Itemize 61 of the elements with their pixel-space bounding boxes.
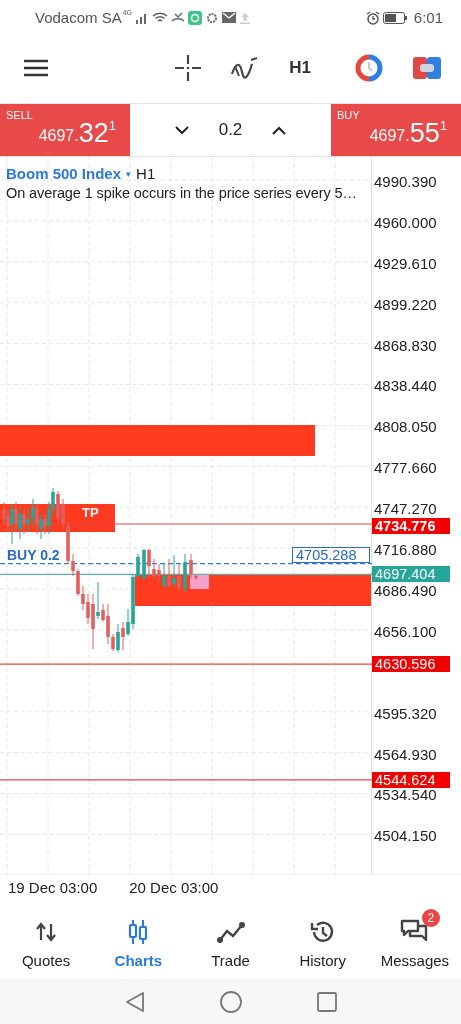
battery-icon	[382, 11, 407, 24]
price-tick: 4534.540	[374, 786, 437, 805]
price-tick: 4716.880	[374, 541, 437, 560]
chevron-up-icon[interactable]	[272, 125, 287, 135]
take-profit-label: TP	[80, 506, 101, 520]
price-tick: 4960.000	[374, 213, 437, 232]
nav-tab[interactable]: Charts	[92, 905, 185, 973]
nav-tab[interactable]: Quotes	[0, 905, 93, 973]
volume-value[interactable]: 0.2	[218, 120, 243, 140]
line-chart-icon	[216, 920, 245, 943]
price-tick: 4777.660	[374, 459, 437, 478]
nav-tab[interactable]: History	[276, 905, 369, 973]
price-tick: 4929.610	[374, 254, 437, 273]
recent-apps-icon[interactable]	[316, 991, 337, 1012]
mail-icon	[222, 12, 237, 23]
price-tick: 4564.930	[374, 745, 437, 764]
price-marker: 4705.288	[292, 546, 370, 563]
price-tick: 4686.490	[374, 582, 437, 600]
alarm-icon	[365, 10, 380, 25]
home-icon[interactable]	[219, 990, 242, 1013]
missed-call-icon	[171, 11, 186, 24]
symbol-link[interactable]: Boom 500 Index	[6, 165, 122, 182]
price-tick: 4990.390	[374, 173, 437, 191]
app-notification-icon	[188, 10, 203, 25]
price-marker: 4734.776	[372, 518, 450, 534]
price-tick: 4595.320	[374, 704, 437, 723]
wifi-icon	[152, 11, 169, 24]
price-tick: 4868.830	[374, 336, 437, 355]
sort-arrows-icon	[35, 921, 58, 942]
price-tick: 4838.440	[374, 377, 437, 396]
wave-icon[interactable]	[231, 56, 260, 80]
crosshair-icon[interactable]	[175, 55, 202, 81]
candlestick-icon	[127, 918, 150, 945]
dropdown-arrow[interactable]: ▾	[126, 168, 132, 179]
order-block	[190, 575, 209, 589]
price-tick: 4899.220	[374, 295, 437, 314]
price-tick: 4808.050	[374, 418, 437, 437]
upload-icon	[239, 11, 252, 24]
price-marker: 4697.404	[372, 566, 450, 583]
price-marker: 4544.624	[372, 771, 450, 788]
timeframe-button[interactable]: H1	[289, 58, 311, 78]
price-marker: 4630.596	[372, 656, 450, 673]
chart-timeframe: H1	[136, 165, 156, 182]
position-label: BUY 0.2	[7, 546, 60, 563]
price-tick: 4504.150	[374, 827, 437, 846]
symbol-description: On average 1 spike occurs in the price series every 5…	[6, 185, 357, 201]
price-tick: 4656.100	[374, 622, 437, 641]
notification-badge: 2	[421, 908, 440, 927]
clock-time: 6:01	[413, 9, 443, 26]
one-click-trading-icon[interactable]	[413, 57, 441, 79]
time-label: 19 Dec 03:00	[8, 878, 98, 896]
nav-tab[interactable]: Trade	[184, 905, 277, 973]
menu-icon[interactable]	[24, 59, 48, 77]
candle	[183, 553, 187, 593]
clock-icon[interactable]	[355, 54, 383, 82]
carrier-name: Vodacom SA	[35, 9, 122, 26]
back-icon[interactable]	[124, 990, 145, 1013]
chevron-down-icon[interactable]	[174, 125, 189, 135]
price-tick: 4747.270	[374, 500, 437, 519]
nav-tab[interactable]: 2 Messages	[368, 905, 461, 973]
time-label: 20 Dec 03:00	[129, 878, 219, 896]
